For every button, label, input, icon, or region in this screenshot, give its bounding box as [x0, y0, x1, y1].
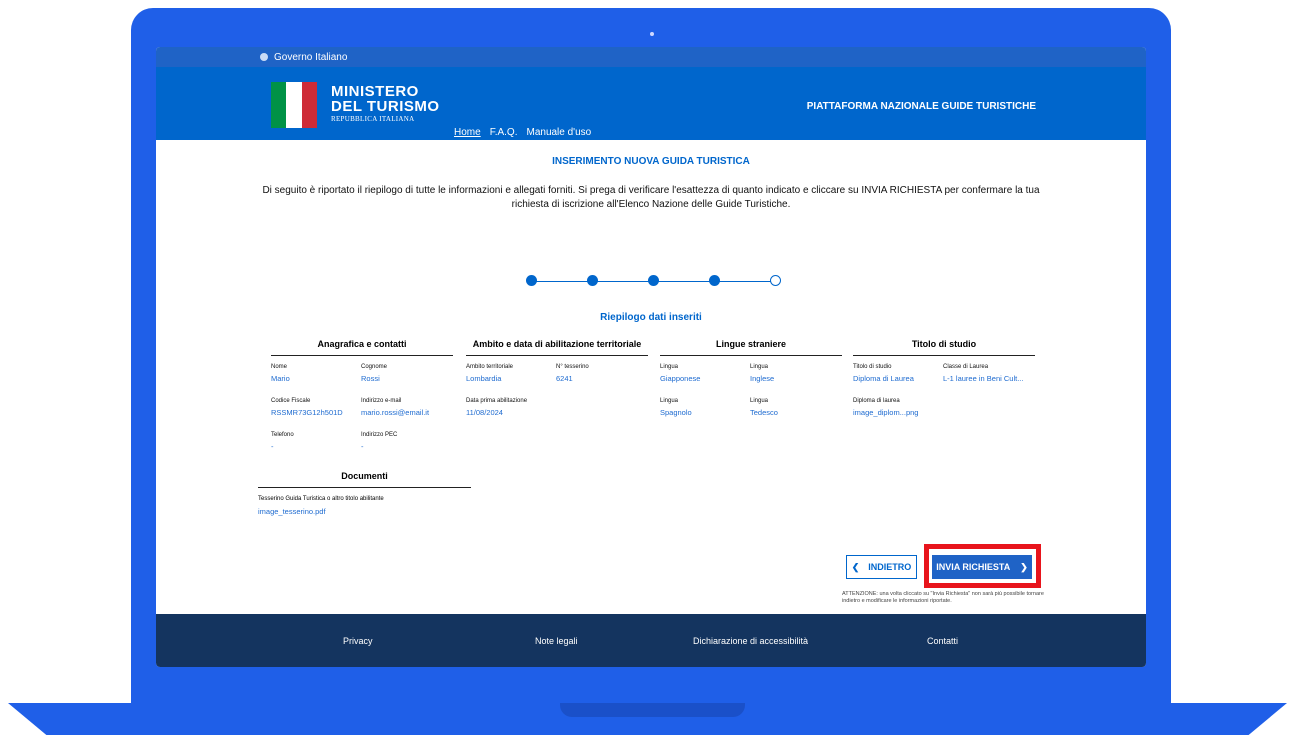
field-telefono: Telefono - [271, 432, 361, 466]
section-anagrafica: Anagrafica e contatti Nome Mario Cognome R… [271, 339, 453, 466]
back-button-label: INDIETRO [868, 562, 912, 572]
field-lingua: Lingua Spagnolo [660, 398, 750, 432]
progress-stepper [526, 275, 782, 287]
submit-request-button[interactable]: INVIA RICHIESTA ❯ [932, 555, 1032, 579]
field-label: Telefono [271, 432, 294, 438]
field-value: Spagnolo [660, 408, 692, 417]
field-label: Ambito territoriale [466, 364, 514, 370]
field-codice-fiscale: Codice Fiscale RSSMR73G12h501D [271, 398, 361, 432]
logo-line-2: DEL TURISMO [331, 98, 440, 115]
field-label: Indirizzo PEC [361, 432, 398, 438]
warning-text: ATTENZIONE: una volta cliccato su "Invia… [842, 591, 1044, 604]
globe-icon [260, 53, 268, 61]
field-label: Lingua [660, 398, 679, 404]
back-button[interactable]: ❮ INDIETRO [846, 555, 917, 579]
field-label: Lingua [750, 364, 769, 370]
page-title: INSERIMENTO NUOVA GUIDA TURISTICA [552, 156, 750, 167]
field-value: - [271, 442, 274, 451]
field-tesserino: N° tesserino 6241 [556, 364, 648, 398]
gov-bar-label[interactable]: Governo Italiano [274, 52, 347, 63]
italian-flag-logo [271, 82, 317, 128]
field-label: Classe di Laurea [943, 364, 989, 370]
section-title: Ambito e data di abilitazione territoria… [466, 339, 648, 356]
field-diploma: Diploma di laurea image_diplom...png [853, 398, 943, 432]
logo-line-3: REPUBBLICA ITALIANA [331, 115, 415, 123]
footer-link-note-legali[interactable]: Note legali [535, 636, 578, 646]
field-value: Inglese [750, 374, 775, 383]
section-title: Documenti [258, 471, 471, 488]
logo-line-1: MINISTERO [331, 83, 419, 100]
field-label: Codice Fiscale [271, 398, 311, 404]
field-value: RSSMR73G12h501D [271, 408, 343, 417]
field-label: Cognome [361, 364, 388, 370]
site-footer: Privacy Note legali Dichiarazione di acc… [156, 614, 1146, 667]
field-email: Indirizzo e-mail mario.rossi@email.it [361, 398, 453, 432]
step-1-complete [526, 275, 537, 286]
field-label: Titolo di studio [853, 364, 892, 370]
section-title: Lingue straniere [660, 339, 842, 356]
platform-title: PIATTAFORMA NAZIONALE GUIDE TURISTICHE [806, 101, 1036, 112]
field-nome: Nome Mario [271, 364, 361, 398]
footer-link-privacy[interactable]: Privacy [343, 636, 373, 646]
nav-faq[interactable]: F.A.Q. [490, 127, 518, 138]
field-label: Indirizzo e-mail [361, 398, 402, 404]
step-5-current [770, 275, 781, 286]
intro-text: Di seguito è riportato il riepilogo di t… [262, 185, 1040, 210]
field-value: Lombardia [466, 374, 502, 383]
step-4-complete [709, 275, 720, 286]
field-value: Mario [271, 374, 290, 383]
field-data-abilitazione: Data prima abilitazione 11/08/2024 [466, 398, 556, 432]
field-label: Lingua [660, 364, 679, 370]
field-ambito: Ambito territoriale Lombardia [466, 364, 556, 398]
field-label: Data prima abilitazione [466, 398, 528, 404]
field-label: Nome [271, 364, 288, 370]
step-3-complete [648, 275, 659, 286]
step-2-complete [587, 275, 598, 286]
webcam-icon [650, 32, 654, 36]
field-value: 6241 [556, 374, 573, 383]
field-value: L-1 lauree in Beni Cult... [943, 374, 1024, 383]
field-pec: Indirizzo PEC - [361, 432, 453, 466]
nav-manual[interactable]: Manuale d'uso [526, 127, 591, 138]
field-label: Tesserino Guida Turistica o altro titolo… [258, 496, 384, 502]
browser-screen: Governo Italiano MINISTERO DEL TURISMO R… [156, 47, 1146, 667]
field-value: Rossi [361, 374, 380, 383]
field-cognome: Cognome Rossi [361, 364, 453, 398]
field-label: Diploma di laurea [853, 398, 900, 404]
field-lingua: Lingua Tedesco [750, 398, 842, 432]
field-value: Giapponese [660, 374, 701, 383]
field-value: Tedesco [750, 408, 778, 417]
field-classe-laurea: Classe di Laurea L-1 lauree in Beni Cult.… [943, 364, 1035, 398]
site-header: MINISTERO DEL TURISMO REPUBBLICA ITALIAN… [156, 67, 1146, 140]
footer-link-contacts[interactable]: Contatti [927, 636, 958, 646]
main-nav: Home F.A.Q. Manuale d'uso [454, 127, 591, 138]
section-title: Titolo di studio [853, 339, 1035, 356]
section-ambito: Ambito e data di abilitazione territoria… [466, 339, 648, 432]
diploma-file-link[interactable]: image_diplom...png [853, 408, 943, 417]
field-titolo: Titolo di studio Diploma di Laurea [853, 364, 943, 398]
field-value: mario.rossi@email.it [361, 408, 430, 417]
laptop-notch [560, 703, 745, 717]
gov-bar: Governo Italiano [156, 47, 1146, 67]
chevron-right-icon: ❯ [1020, 561, 1028, 572]
field-lingua: Lingua Giapponese [660, 364, 750, 398]
field-label: N° tesserino [556, 364, 589, 370]
section-lingue: Lingue straniere Lingua Giapponese Lingua… [660, 339, 842, 432]
footer-link-accessibility[interactable]: Dichiarazione di accessibilità [693, 636, 808, 646]
field-lingua: Lingua Inglese [750, 364, 842, 398]
section-title: Anagrafica e contatti [271, 339, 453, 356]
recap-title: Riepilogo dati inseriti [600, 312, 702, 323]
field-value: - [361, 442, 364, 451]
section-titolo-studio: Titolo di studio Titolo di studio Diploma… [853, 339, 1035, 432]
chevron-left-icon: ❮ [851, 561, 860, 572]
field-label: Lingua [750, 398, 769, 404]
submit-button-label: INVIA RICHIESTA [936, 562, 1011, 572]
field-value: Diploma di Laurea [853, 374, 914, 383]
nav-home[interactable]: Home [454, 127, 481, 138]
tesserino-file-link[interactable]: image_tesserino.pdf [258, 507, 471, 516]
ministry-logo[interactable]: MINISTERO DEL TURISMO REPUBBLICA ITALIAN… [331, 84, 440, 123]
field-value: 11/08/2024 [466, 408, 503, 417]
section-documenti: Documenti Tesserino Guida Turistica o al… [258, 471, 471, 516]
